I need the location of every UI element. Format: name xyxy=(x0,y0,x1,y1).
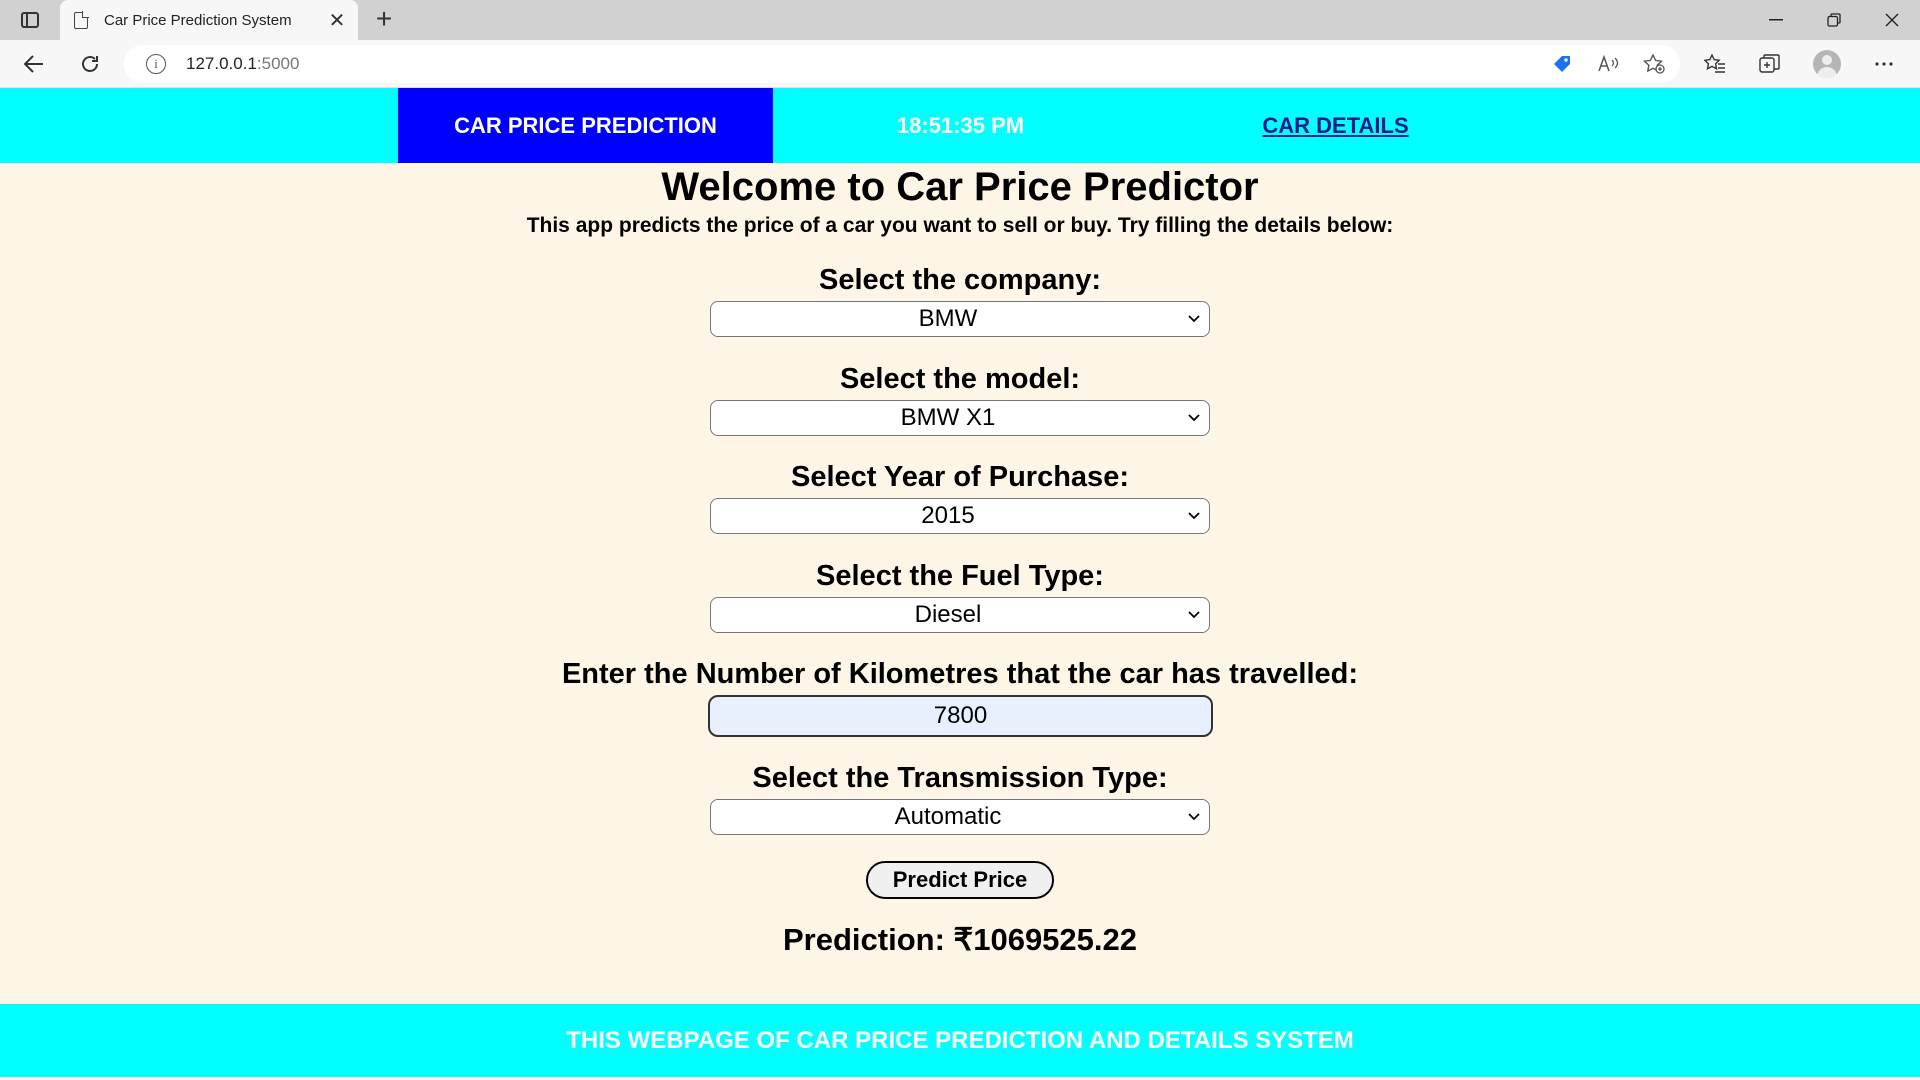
collections-icon[interactable] xyxy=(1754,48,1786,80)
chevron-down-icon xyxy=(1185,302,1203,336)
fuel-select-value: Diesel xyxy=(914,601,982,628)
site-info-icon[interactable]: i xyxy=(146,54,166,74)
fuel-label: Select the Fuel Type: xyxy=(816,560,1104,592)
back-icon[interactable] xyxy=(18,48,50,80)
more-options-icon[interactable] xyxy=(1868,48,1900,80)
browser-tab-strip: Car Price Prediction System ✕ + xyxy=(0,0,1920,40)
new-tab-button[interactable]: + xyxy=(368,4,400,36)
transmission-select[interactable]: Automatic xyxy=(710,799,1210,835)
page-icon xyxy=(74,11,89,29)
model-label: Select the model: xyxy=(839,363,1081,395)
tab-title: Car Price Prediction System xyxy=(104,11,292,29)
url-host: 127.0.0.1 xyxy=(186,54,257,73)
tab-close-icon[interactable]: ✕ xyxy=(322,8,352,33)
page-content: CAR PRICE PREDICTION 18:51:35 PM CAR DET… xyxy=(0,88,1920,1080)
transmission-select-value: Automatic xyxy=(894,803,1002,830)
company-select[interactable]: BMW xyxy=(710,301,1210,337)
favorites-icon[interactable] xyxy=(1699,48,1731,80)
nav-clock: 18:51:35 PM xyxy=(896,112,1025,138)
navbar: CAR PRICE PREDICTION 18:51:35 PM CAR DET… xyxy=(0,88,1920,163)
read-aloud-icon[interactable] xyxy=(1592,45,1624,83)
page-title: Welcome to Car Price Predictor xyxy=(661,165,1259,209)
model-select[interactable]: BMW X1 xyxy=(710,400,1210,436)
shopping-tag-icon[interactable] xyxy=(1546,45,1578,83)
fuel-select[interactable]: Diesel xyxy=(710,597,1210,633)
model-select-value: BMW X1 xyxy=(900,404,996,431)
browser-tab[interactable]: Car Price Prediction System ✕ xyxy=(60,0,358,40)
kilometres-input[interactable]: 7800 xyxy=(708,695,1213,737)
footer: THIS WEBPAGE OF CAR PRICE PREDICTION AND… xyxy=(0,1004,1920,1077)
chevron-down-icon xyxy=(1185,499,1203,533)
profile-avatar[interactable] xyxy=(1813,50,1841,78)
year-label: Select Year of Purchase: xyxy=(791,461,1129,493)
prediction-result: Prediction: ₹1069525.22 xyxy=(782,922,1138,957)
address-bar[interactable]: i 127.0.0.1:5000 xyxy=(124,45,1680,83)
browser-toolbar: i 127.0.0.1:5000 xyxy=(0,40,1920,88)
year-select[interactable]: 2015 xyxy=(710,498,1210,534)
chevron-down-icon xyxy=(1185,401,1203,435)
minimize-icon[interactable] xyxy=(1748,0,1804,40)
company-label: Select the company: xyxy=(818,264,1102,296)
kilometres-label: Enter the Number of Kilometres that the … xyxy=(561,658,1359,690)
add-favorite-icon[interactable] xyxy=(1638,45,1670,83)
chevron-down-icon xyxy=(1185,800,1203,834)
tab-actions-icon[interactable] xyxy=(16,9,44,31)
year-select-value: 2015 xyxy=(921,502,975,529)
page-subtitle: This app predicts the price of a car you… xyxy=(526,214,1394,237)
predict-price-button[interactable]: Predict Price xyxy=(866,861,1054,899)
close-window-icon[interactable] xyxy=(1864,0,1920,40)
company-select-value: BMW xyxy=(918,305,978,332)
nav-link-car-details[interactable]: CAR DETAILS xyxy=(1148,88,1523,163)
chevron-down-icon xyxy=(1185,598,1203,632)
url-port: :5000 xyxy=(256,54,300,73)
refresh-icon[interactable] xyxy=(74,48,106,80)
transmission-label: Select the Transmission Type: xyxy=(752,762,1168,794)
nav-brand[interactable]: CAR PRICE PREDICTION xyxy=(398,88,773,163)
restore-icon[interactable] xyxy=(1806,0,1862,40)
